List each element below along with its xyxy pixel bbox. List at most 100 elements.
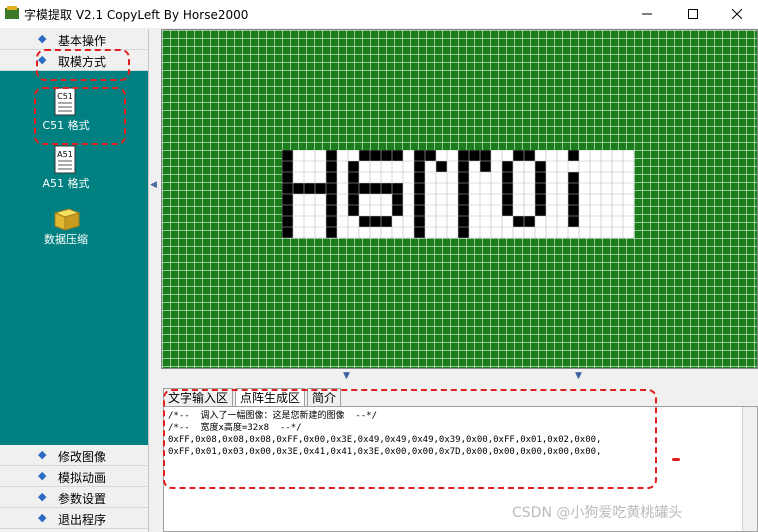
pixel-on [458,205,469,216]
pixel-on [502,161,513,172]
output-line: 0xFF,0x08,0x08,0x08,0xFF,0x00,0x3E,0x49,… [168,435,602,445]
close-icon [732,9,742,19]
pixel-on [535,172,546,183]
pixel-on [480,161,491,172]
pixel-on [326,183,337,194]
pixel-on [469,150,480,161]
pixel-on [282,216,293,227]
minimize-button[interactable] [624,0,670,28]
c51-format-tool[interactable]: C51 C51 格式 [26,87,106,133]
tool-label: 数据压缩 [44,233,88,246]
diamond-icon: ◆ [38,511,47,524]
pixel-on [513,216,524,227]
vertical-scrollbar[interactable] [742,407,757,531]
pixel-on [535,194,546,205]
pixel-on [370,150,381,161]
pixel-on [458,216,469,227]
sidebar-section-settings[interactable]: ◆ 参数设置 [0,487,148,508]
tab-dot-matrix[interactable]: 点阵生成区 [235,388,306,407]
tool-panel: C51 C51 格式 A51 A51 格式 数据压缩 [0,71,148,445]
sidebar-section-label: 参数设置 [58,492,107,506]
pixel-grid-canvas[interactable] [161,29,758,369]
maximize-icon [688,9,698,19]
pixel-on [524,216,535,227]
pixel-on [381,150,392,161]
output-tabs: 文字输入区 点阵生成区 简介 [163,388,343,407]
tab-intro[interactable]: 简介 [307,388,342,407]
sidebar-section-mode[interactable]: ◆ 取模方式 [0,50,148,71]
pixel-on [326,194,337,205]
icon-text: A51 [57,150,73,159]
pixel-on [458,194,469,205]
pixel-on [282,161,293,172]
pixel-on [414,161,425,172]
pixel-on [568,205,579,216]
pixel-on [326,172,337,183]
output-line: /*-- 调入了一幅图像：这是您新建的图像 --*/ [168,411,378,421]
collapse-arrow-icon[interactable]: ◀ [150,180,157,192]
splitter[interactable]: ▼ ▼ [161,371,758,383]
pixel-on [326,150,337,161]
pixel-on [392,205,403,216]
sidebar-section-edit[interactable]: ◆ 修改图像 [0,445,148,466]
title-bar: 字模提取 V2.1 CopyLeft By Horse2000 [0,0,758,28]
pixel-on [326,227,337,238]
pixel-on [282,172,293,183]
watermark: CSDN @小狗爱吃黄桃罐头 [512,505,683,521]
maximize-button[interactable] [670,0,716,28]
diamond-icon: ◆ [38,490,47,503]
pixel-on [502,183,513,194]
pixel-on [381,183,392,194]
sidebar-section-label: 基本操作 [58,34,107,48]
pixel-on [326,161,337,172]
window-title: 字模提取 V2.1 CopyLeft By Horse2000 [24,8,249,22]
pixel-on [326,216,337,227]
sidebar-section-label: 取模方式 [58,55,107,69]
pixel-on [370,183,381,194]
a51-format-tool[interactable]: A51 A51 格式 [26,145,106,191]
sidebar-section-animate[interactable]: ◆ 模拟动画 [0,466,148,487]
close-button[interactable] [716,0,758,28]
pixel-on [370,216,381,227]
pixel-on [348,172,359,183]
compress-tool[interactable]: 数据压缩 [26,205,106,247]
pixel-on [513,150,524,161]
sidebar-section-label: 修改图像 [58,450,107,464]
pixel-on [535,161,546,172]
splitter-arrow-icon[interactable]: ▼ [343,371,350,381]
pixel-on [315,183,326,194]
pixel-on [568,172,579,183]
sidebar-section-label: 退出程序 [58,513,107,527]
pixel-on [458,183,469,194]
icon-text: C51 [57,92,73,101]
splitter-arrow-icon[interactable]: ▼ [575,371,582,381]
pixel-on [414,194,425,205]
pixel-on [348,205,359,216]
sidebar-section-basic[interactable]: ◆ 基本操作 [0,29,148,50]
pixel-on [304,183,315,194]
pixel-on [359,216,370,227]
pixel-on [348,194,359,205]
pixel-on [381,216,392,227]
pixel-on [392,183,403,194]
pixel-on [282,150,293,161]
diamond-icon: ◆ [38,469,47,482]
pixel-on [414,183,425,194]
pixel-on [502,194,513,205]
sidebar-section-exit[interactable]: ◆ 退出程序 [0,508,148,529]
pixel-on [568,194,579,205]
pixel-on [414,205,425,216]
pixel-on [348,161,359,172]
pixel-on [568,216,579,227]
pixel-on [282,194,293,205]
pixel-on [326,205,337,216]
pixel-on [282,183,293,194]
diamond-icon: ◆ [38,53,47,66]
document-icon: C51 [54,87,76,116]
pixel-on [392,150,403,161]
output-line: 0xFF,0x01,0x03,0x00,0x3E,0x41,0x41,0x3E,… [168,447,602,457]
pixel-on [480,150,491,161]
tab-text-input[interactable]: 文字输入区 [163,388,234,407]
pixel-on [282,227,293,238]
pixel-on [293,183,304,194]
